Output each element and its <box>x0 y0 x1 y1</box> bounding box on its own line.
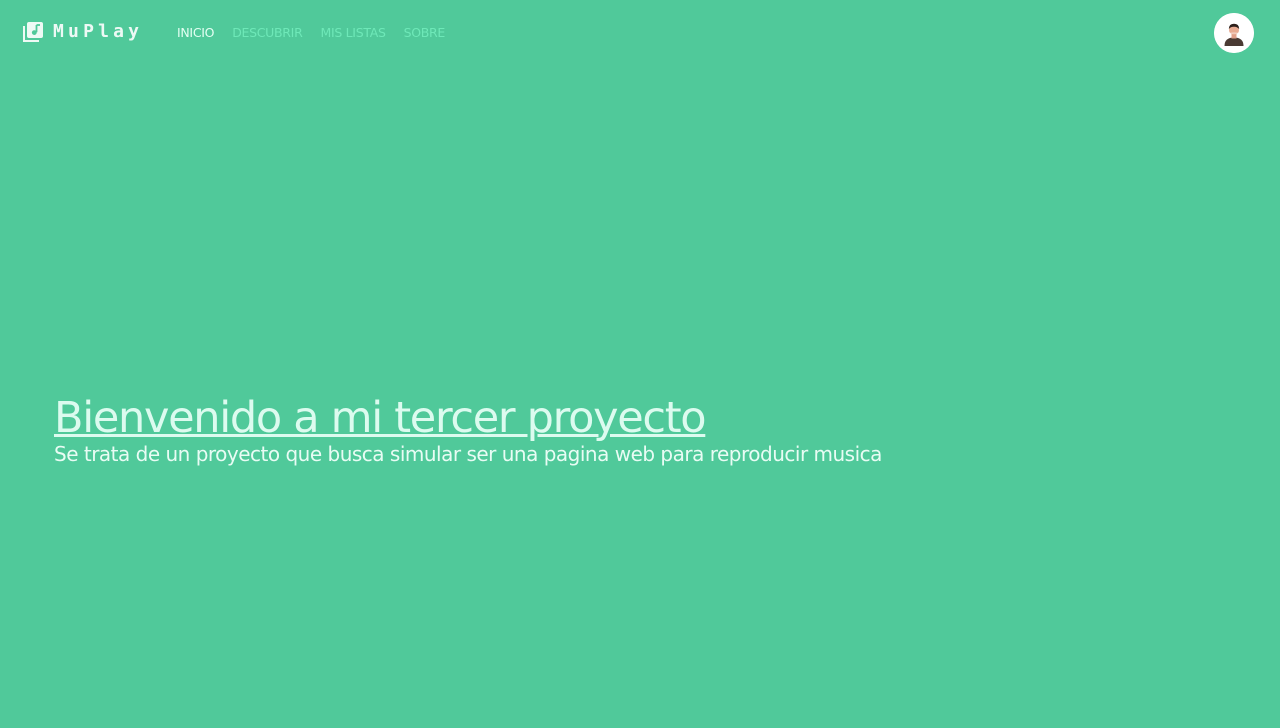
brand-name: MuPlay <box>53 21 144 42</box>
nav-link-inicio[interactable]: INICIO <box>177 25 214 41</box>
music-library-icon <box>22 21 44 43</box>
brand-link[interactable]: MuPlay <box>22 21 143 43</box>
nav-link-mis-listas[interactable]: MIS LISTAS <box>320 25 385 41</box>
nav-link-descubrir[interactable]: DESCUBRIR <box>232 25 303 41</box>
nav-link-sobre[interactable]: SOBRE <box>404 25 446 41</box>
nav-item-mis-listas: MIS LISTAS <box>320 25 403 41</box>
hero-title-link[interactable]: Bienvenido a mi tercer proyecto <box>54 392 707 444</box>
nav-item-sobre: SOBRE <box>404 25 463 41</box>
navbar: MuPlay INICIO DESCUBRIR MIS LISTAS SOBRE <box>0 0 1280 66</box>
hero-section: Bienvenido a mi tercer proyecto Se trata… <box>54 392 882 468</box>
user-avatar-button[interactable] <box>1214 13 1254 53</box>
nav-item-inicio: INICIO <box>177 25 232 41</box>
hero-subtitle: Se trata de un proyecto que busca simula… <box>54 442 882 466</box>
nav-item-descubrir: DESCUBRIR <box>232 25 320 41</box>
user-avatar-icon <box>1214 13 1254 53</box>
main-nav: INICIO DESCUBRIR MIS LISTAS SOBRE <box>177 25 463 41</box>
